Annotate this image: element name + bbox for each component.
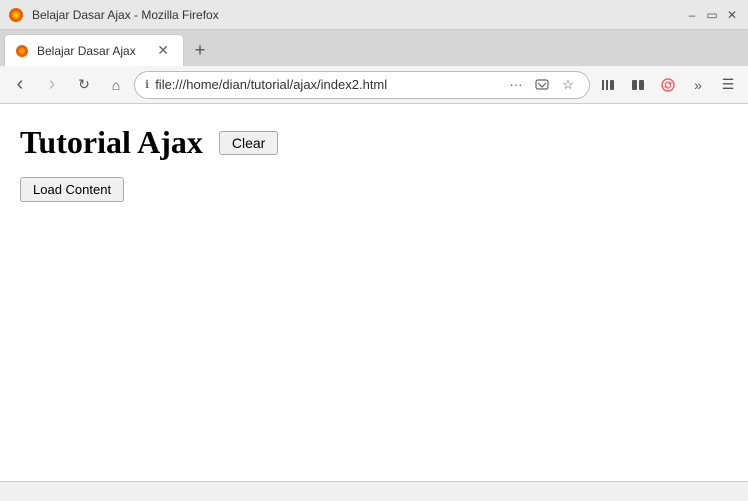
close-button[interactable]: ✕ [724, 7, 740, 23]
back-button[interactable]: ‹ [6, 71, 34, 99]
sync-icon [660, 77, 676, 93]
minimize-button[interactable]: – [684, 7, 700, 23]
extensions-button[interactable]: » [684, 71, 712, 99]
reader-icon [630, 77, 646, 93]
menu-button[interactable]: ☰ [714, 71, 742, 99]
tab-close-button[interactable]: ✕ [153, 40, 173, 61]
active-tab[interactable]: Belajar Dasar Ajax ✕ [4, 34, 184, 66]
pocket-button[interactable] [531, 74, 553, 96]
firefox-sync-button[interactable] [654, 71, 682, 99]
bookmark-button[interactable]: ☆ [557, 74, 579, 96]
clear-button[interactable]: Clear [219, 131, 278, 155]
new-tab-button[interactable]: + [186, 36, 214, 64]
url-text: file:///home/dian/tutorial/ajax/index2.h… [155, 77, 499, 92]
home-button[interactable]: ⌂ [102, 71, 130, 99]
tab-bar: Belajar Dasar Ajax ✕ + [0, 30, 748, 66]
page-title: Tutorial Ajax [20, 124, 203, 161]
window-title: Belajar Dasar Ajax - Mozilla Firefox [32, 8, 219, 22]
title-bar-left: Belajar Dasar Ajax - Mozilla Firefox [8, 7, 219, 23]
reader-view-button[interactable] [624, 71, 652, 99]
pocket-icon [535, 78, 549, 92]
status-bar [0, 481, 748, 501]
reload-button[interactable]: ↻ [70, 71, 98, 99]
tab-label: Belajar Dasar Ajax [37, 44, 145, 58]
firefox-logo-icon [8, 7, 24, 23]
url-more-button[interactable]: ··· [505, 74, 527, 96]
library-icon [600, 77, 616, 93]
nav-right-controls: » ☰ [594, 71, 742, 99]
page-content: Tutorial Ajax Clear Load Content [0, 104, 748, 481]
url-actions: ··· ☆ [505, 74, 579, 96]
navigation-bar: ‹ › ↻ ⌂ ℹ file:///home/dian/tutorial/aja… [0, 66, 748, 104]
tab-favicon-icon [15, 44, 29, 58]
maximize-button[interactable]: ▭ [704, 7, 720, 23]
load-content-button[interactable]: Load Content [20, 177, 124, 202]
url-bar[interactable]: ℹ file:///home/dian/tutorial/ajax/index2… [134, 71, 590, 99]
window-controls: – ▭ ✕ [684, 7, 740, 23]
library-button[interactable] [594, 71, 622, 99]
page-header: Tutorial Ajax Clear [20, 124, 728, 161]
security-icon: ℹ [145, 78, 149, 91]
title-bar: Belajar Dasar Ajax - Mozilla Firefox – ▭… [0, 0, 748, 30]
forward-button[interactable]: › [38, 71, 66, 99]
